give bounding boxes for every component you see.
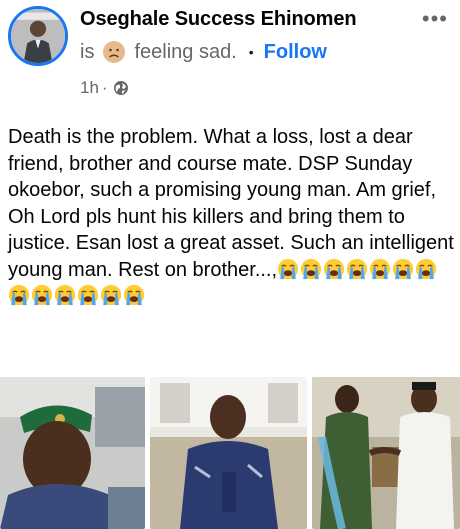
photo-handshake[interactable] bbox=[312, 377, 460, 529]
loudly-crying-emoji-icon bbox=[369, 258, 391, 279]
loudly-crying-emoji-icon bbox=[123, 284, 145, 306]
loudly-crying-emoji-icon bbox=[54, 284, 76, 306]
loudly-crying-emoji-icon bbox=[100, 284, 122, 306]
loudly-crying-emoji-icon bbox=[8, 284, 30, 306]
loudly-crying-emoji-icon bbox=[323, 258, 345, 279]
photo-officer-standing[interactable] bbox=[150, 377, 307, 529]
author-avatar[interactable] bbox=[8, 6, 68, 66]
post-body: Death is the problem. What a loss, lost … bbox=[8, 124, 458, 310]
separator-dot: • bbox=[248, 44, 254, 60]
photo-grid bbox=[0, 377, 460, 529]
feeling-line: is feeling sad. • Follow bbox=[80, 40, 327, 64]
timestamp[interactable]: 1h bbox=[80, 78, 99, 98]
loudly-crying-emoji-icon bbox=[277, 258, 299, 279]
loudly-crying-emoji-icon bbox=[392, 258, 414, 279]
meta-separator: · bbox=[101, 78, 108, 97]
more-options-icon[interactable]: ••• bbox=[422, 6, 448, 32]
loudly-crying-emoji-icon bbox=[415, 258, 437, 279]
photo-officer-beret[interactable] bbox=[0, 377, 145, 529]
feeling-text: feeling sad. bbox=[134, 40, 237, 63]
loudly-crying-emoji-icon bbox=[346, 258, 368, 279]
feeling-prefix: is bbox=[80, 40, 95, 63]
follow-button[interactable]: Follow bbox=[264, 41, 327, 64]
post-meta: 1h · bbox=[80, 78, 129, 98]
loudly-crying-emoji-icon bbox=[31, 284, 53, 306]
sad-face-emoji-icon bbox=[103, 41, 126, 63]
post-header: Oseghale Success Ehinomen ••• is feeling… bbox=[0, 0, 460, 110]
loudly-crying-emoji-icon bbox=[300, 258, 322, 279]
loudly-crying-emoji-icon bbox=[77, 284, 99, 306]
author-name[interactable]: Oseghale Success Ehinomen bbox=[80, 8, 357, 31]
globe-icon[interactable] bbox=[113, 80, 129, 96]
